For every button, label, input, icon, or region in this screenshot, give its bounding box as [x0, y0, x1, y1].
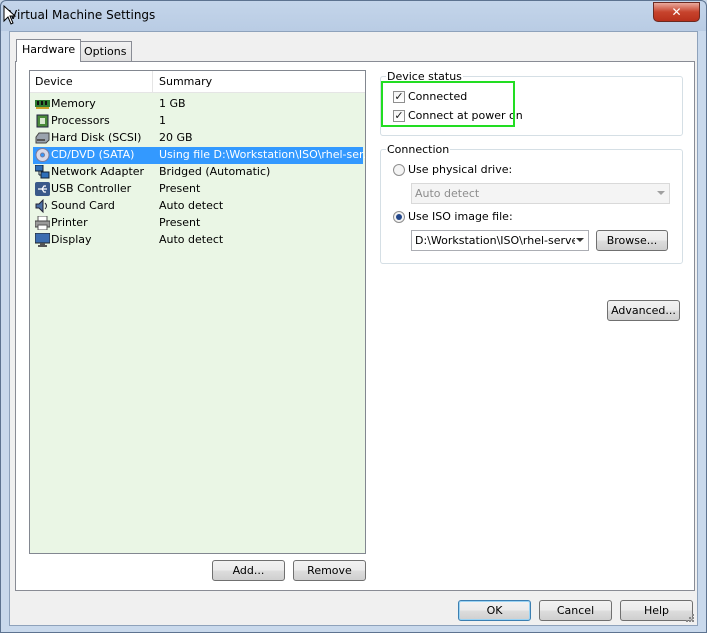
- settings-window: Virtual Machine Settings ✕ Hardware Opti…: [0, 0, 707, 633]
- device-name: Network Adapter: [51, 165, 145, 178]
- device-summary: Auto detect: [159, 233, 224, 246]
- iso-path-combo[interactable]: D:\Workstation\ISO\rhel-server: [411, 230, 589, 251]
- device-row-network-adapter[interactable]: Network Adapter Bridged (Automatic): [33, 164, 363, 181]
- device-summary: Present: [159, 182, 201, 195]
- device-summary: 1 GB: [159, 97, 186, 110]
- title-bar[interactable]: Virtual Machine Settings ✕: [1, 1, 706, 31]
- device-name: Printer: [51, 216, 88, 229]
- memory-icon: [35, 100, 50, 109]
- device-name: USB Controller: [51, 182, 132, 195]
- device-row-usb-controller[interactable]: USB Controller Present: [33, 181, 363, 198]
- hard-disk-icon: [35, 132, 50, 144]
- network-adapter-icon: [35, 165, 50, 179]
- help-button[interactable]: Help: [620, 600, 693, 621]
- device-row-memory[interactable]: Memory 1 GB: [33, 96, 363, 113]
- device-summary: 1: [159, 114, 166, 127]
- device-name: Memory: [51, 97, 96, 110]
- tab-hardware-label: Hardware: [22, 43, 76, 56]
- sound-card-icon: [35, 199, 47, 213]
- device-row-sound-card[interactable]: Sound Card Auto detect: [33, 198, 363, 215]
- tab-options-label: Options: [84, 45, 127, 58]
- device-name: Processors: [51, 114, 110, 127]
- processor-icon: [36, 114, 49, 128]
- dialog-client-area: Hardware Options Device Summary Memory 1…: [9, 31, 698, 626]
- physical-drive-value: Auto detect: [415, 187, 480, 200]
- use-iso-image-label[interactable]: Use ISO image file:: [408, 210, 513, 223]
- chevron-down-icon[interactable]: [576, 238, 584, 242]
- resize-grip-icon[interactable]: [685, 613, 695, 623]
- device-summary: Bridged (Automatic): [159, 165, 271, 178]
- device-list[interactable]: Device Summary Memory 1 GB Processors 1 …: [29, 70, 373, 554]
- display-icon: [35, 233, 50, 247]
- device-list-header: Device Summary: [30, 71, 365, 93]
- cd-dvd-icon: [35, 148, 50, 162]
- device-summary: Auto detect: [159, 199, 224, 212]
- printer-icon: [35, 216, 50, 230]
- hardware-tab-panel: Device Summary Memory 1 GB Processors 1 …: [15, 61, 695, 591]
- add-device-button[interactable]: Add...: [212, 560, 285, 581]
- mouse-cursor-icon: [3, 5, 17, 25]
- browse-button[interactable]: Browse...: [596, 230, 668, 251]
- device-row-printer[interactable]: Printer Present: [33, 215, 363, 232]
- tab-options[interactable]: Options: [78, 41, 133, 61]
- highlight-box: [381, 81, 515, 127]
- device-row-display[interactable]: Display Auto detect: [33, 232, 363, 249]
- use-physical-drive-label[interactable]: Use physical drive:: [408, 163, 512, 176]
- advanced-button[interactable]: Advanced...: [607, 300, 680, 321]
- iso-path-value: D:\Workstation\ISO\rhel-server: [415, 234, 575, 247]
- connection-label: Connection: [386, 143, 451, 156]
- device-name: Sound Card: [51, 199, 115, 212]
- device-row-cd-dvd[interactable]: CD/DVD (SATA) Using file D:\Workstation\…: [33, 147, 373, 164]
- column-header-summary[interactable]: Summary: [159, 75, 212, 88]
- column-header-device[interactable]: Device: [35, 75, 73, 88]
- device-row-processors[interactable]: Processors 1: [33, 113, 363, 130]
- ok-button[interactable]: OK: [458, 600, 531, 621]
- physical-drive-combo: Auto detect: [411, 183, 670, 204]
- device-summary: Present: [159, 216, 201, 229]
- tab-hardware[interactable]: Hardware: [16, 39, 82, 62]
- device-summary: Using file D:\Workstation\ISO\rhel-ser..…: [159, 148, 374, 161]
- column-separator[interactable]: [152, 71, 153, 93]
- cancel-button[interactable]: Cancel: [539, 600, 612, 621]
- use-iso-image-radio[interactable]: [393, 211, 405, 223]
- device-name: Hard Disk (SCSI): [51, 131, 142, 144]
- device-name: Display: [51, 233, 92, 246]
- use-physical-drive-radio[interactable]: [393, 164, 405, 176]
- remove-device-button[interactable]: Remove: [293, 560, 366, 581]
- device-row-hard-disk[interactable]: Hard Disk (SCSI) 20 GB: [33, 130, 363, 147]
- usb-icon: [35, 182, 50, 196]
- device-summary: 20 GB: [159, 131, 193, 144]
- chevron-down-icon: [657, 191, 665, 195]
- device-name: CD/DVD (SATA): [51, 148, 135, 161]
- window-title: Virtual Machine Settings: [9, 8, 156, 22]
- connection-group: Connection Use physical drive: Auto dete…: [380, 143, 683, 264]
- close-button[interactable]: ✕: [653, 2, 700, 22]
